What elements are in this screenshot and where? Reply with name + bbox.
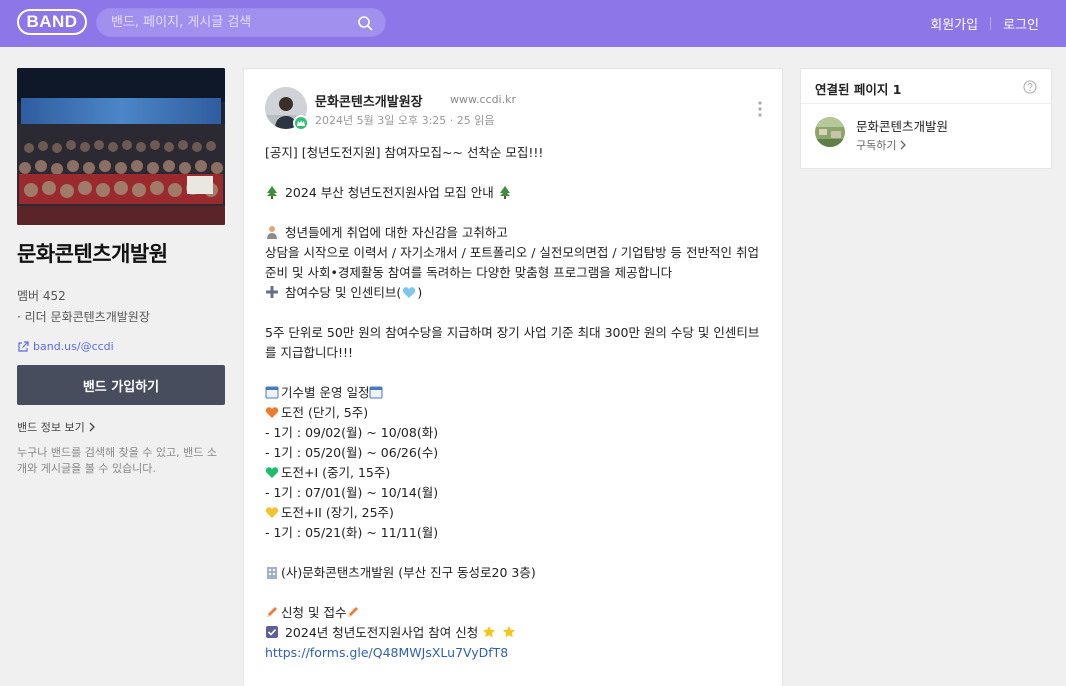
band-title: 문화콘텐츠개발원 [17,242,168,266]
help-icon[interactable] [1023,80,1037,94]
orange-heart-icon [265,407,279,418]
band-info-link[interactable]: 밴드 정보 보기 [17,419,225,435]
post-text: 2024년 청년도전지원사업 참여 신청 [284,625,479,640]
linked-pages-card: 연결된 페이지 1 문화콘텐츠개발원 구독하기 [800,68,1052,169]
more-options-icon[interactable] [758,101,762,117]
pencil-icon [348,607,359,617]
post-text: 도전 (단기, 5주) [281,405,369,420]
chevron-right-icon [89,422,95,432]
post-text: 참여수당 및 인센티브( [284,285,402,300]
pencil-icon [267,607,277,617]
post-line: - 1기 : 07/01(월) ~ 10/14(월) [265,485,439,500]
post-meta: 2024년 5월 3일 오후 3:25 · 25 읽음 [315,114,495,127]
band-description: 누구나 밴드를 검색해 찾을 수 있고, 밴드 소개와 게시글을 볼 수 있습니… [17,446,218,475]
post-line: 도전+II (장기, 25주) [265,503,765,523]
star-icon [503,626,516,638]
band-sidebar: 문화콘텐츠개발원 멤버 452 · 리더 문화콘텐츠개발원장 band.us/@… [17,68,225,477]
star-icon [483,626,496,638]
application-form-link[interactable]: https://forms.gle/Q48MWJsXLu7VyDfT8 [265,645,508,660]
member-count: 멤버 452 [17,289,66,303]
green-heart-icon [265,467,279,478]
signup-link[interactable]: 회원가입 [930,14,978,33]
post-heading: 2024 부산 청년도전지원사업 모집 안내 [284,185,494,200]
post-line: 상담을 시작으로 이력서 / 자기소개서 / 포트폴리오 / 실전모의면접 / … [265,245,760,280]
post-line: 5주 단위로 50만 원의 참여수당을 지급하며 장기 사업 기준 최대 300… [265,325,760,360]
subscribe-label: 구독하기 [856,139,897,152]
post-text: 신청 및 접수 [281,605,347,620]
checkbox-icon [266,626,278,638]
post-line: - 1기 : 05/20(월) ~ 06/26(수) [265,445,439,460]
band-logo[interactable]: BAND [17,9,87,35]
band-info-label: 밴드 정보 보기 [17,421,85,434]
plus-icon [266,286,278,298]
subscribe-link[interactable]: 구독하기 [856,137,907,153]
linked-page-name[interactable]: 문화콘텐츠개발원 [856,116,948,135]
crown-badge-icon [293,115,309,131]
band-leader: · 리더 문화콘텐츠개발원장 [17,310,150,324]
post-line: 참여수당 및 인센티브() [265,283,765,303]
tree-icon [499,186,510,199]
search-input[interactable] [111,9,351,36]
login-link[interactable]: 로그인 [1003,14,1039,33]
post-line: 2024년 청년도전지원사업 참여 신청 [265,623,765,643]
chevron-right-icon [901,140,907,150]
linked-pages-title: 연결된 페이지 1 [815,82,902,97]
post-text: 도전+I (중기, 15주) [281,465,391,480]
calendar-icon [265,386,279,399]
auth-nav: 회원가입 로그인 [930,14,1039,33]
top-bar: BAND 회원가입 로그인 [0,0,1066,47]
post-text: 기수별 운영 일정 [281,385,370,400]
search-icon[interactable] [357,15,373,31]
yellow-heart-icon [265,507,279,518]
calendar-icon [369,386,383,399]
heart-icon [403,287,416,298]
band-url-link[interactable]: band.us/@ccdi [17,340,225,353]
post-line: 기수별 운영 일정 [265,383,765,403]
join-band-button[interactable]: 밴드 가입하기 [17,365,225,405]
post-line: 도전 (단기, 5주) [265,403,765,423]
person-icon [267,226,277,239]
post-content: [공지] [청년도전지원] 참여자모집~~ 선착순 모집!!! 2024 부산 … [265,143,765,663]
post-text: (사)문화콘탠츠개발원 (부산 진구 동성로20 3층) [281,565,536,580]
external-link-icon [18,340,29,352]
office-building-icon [267,567,277,579]
post-author[interactable]: 문화콘텐츠개발원장 [315,91,423,110]
tree-icon [267,186,277,199]
post-line: 신청 및 접수 [265,603,765,623]
linked-page-avatar[interactable] [815,117,845,147]
post-card: 문화콘텐츠개발원장 www.ccdi.kr 2024년 5월 3일 오후 3:2… [243,68,783,686]
post-text: 도전+II (장기, 25주) [281,505,394,520]
search-box[interactable] [96,8,386,37]
band-url-text: band.us/@ccdi [33,340,114,353]
cover-photo [17,68,225,225]
author-website: www.ccdi.kr [450,93,516,106]
divider [801,103,1051,104]
post-line: https://forms.gle/Q48MWJsXLu7VyDfT8 [265,643,765,663]
post-line: - 1기 : 05/21(화) ~ 11/11(월) [265,525,439,540]
post-line: (사)문화콘탠츠개발원 (부산 진구 동성로20 3층) [265,563,765,583]
post-line: - 1기 : 09/02(월) ~ 10/08(화) [265,425,439,440]
post-text: 청년들에게 취업에 대한 자신감을 고취하고 [284,225,508,240]
post-line: 2024 부산 청년도전지원사업 모집 안내 [265,183,765,203]
linked-page-thumbnail [815,117,845,147]
post-line: 청년들에게 취업에 대한 자신감을 고취하고 [265,223,765,243]
band-cover-image[interactable] [17,68,225,225]
post-line: 도전+I (중기, 15주) [265,463,765,483]
post-line: [공지] [청년도전지원] 참여자모집~~ 선착순 모집!!! [265,145,544,160]
nav-divider [990,17,992,30]
